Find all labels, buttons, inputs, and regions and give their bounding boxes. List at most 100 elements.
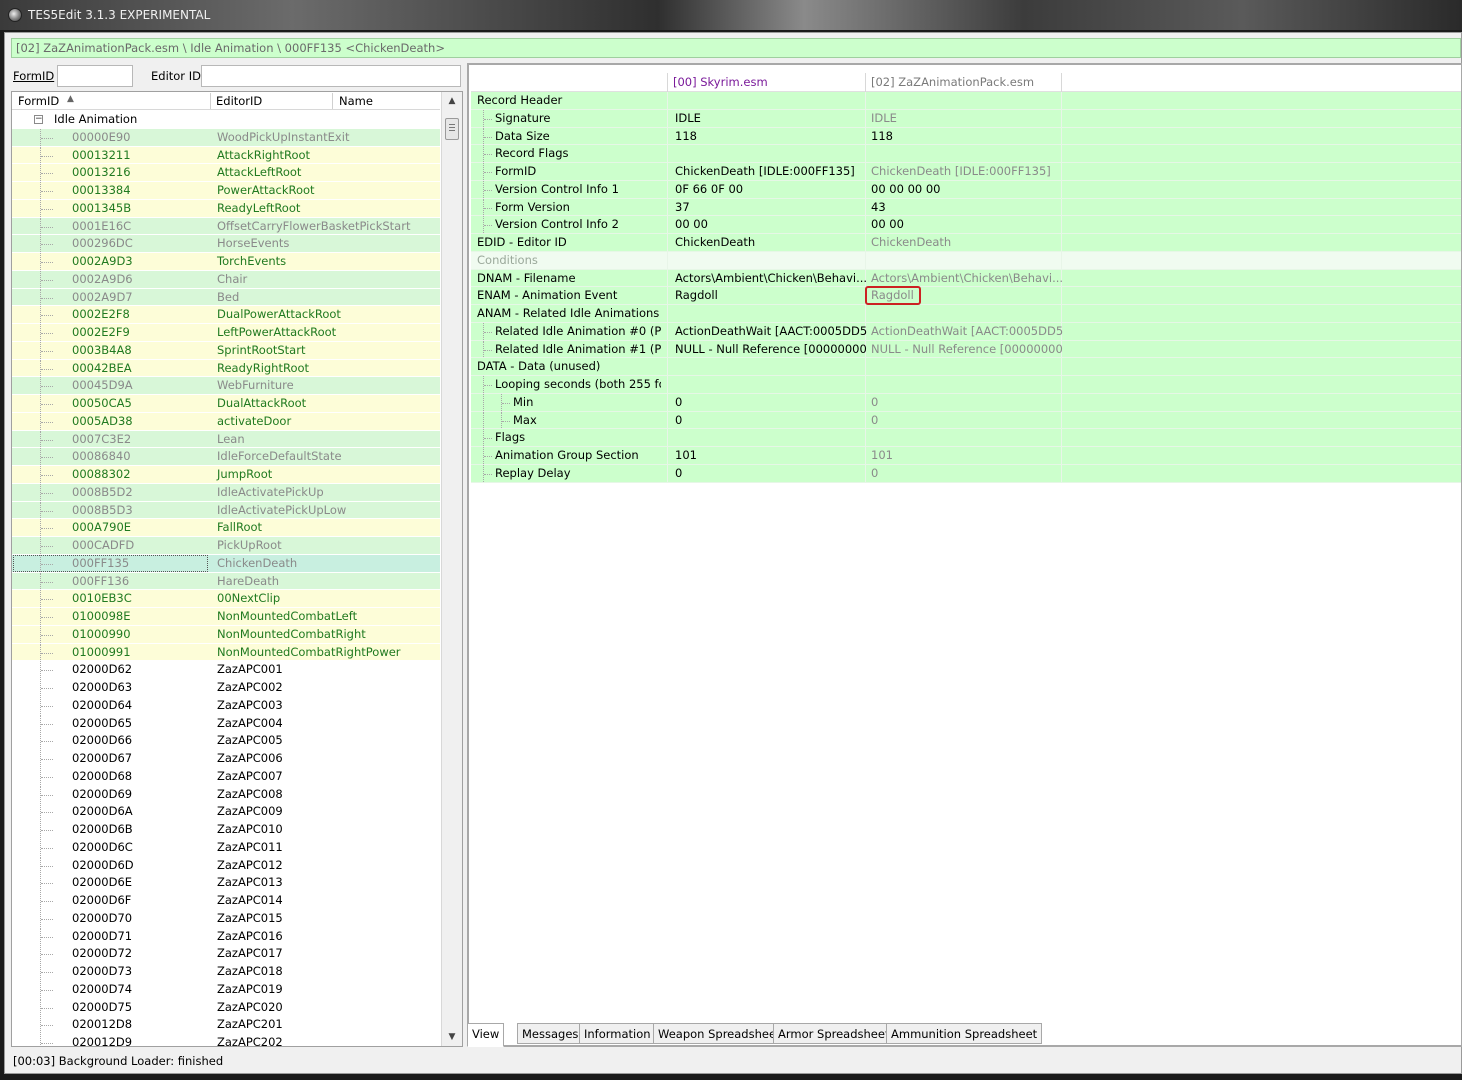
tree-row[interactable]: 0001345B ReadyLeftRoot [12, 199, 440, 218]
record-field-row[interactable]: Related Idle Animation #1 (Pre... NULL - … [471, 340, 1461, 359]
tree-row[interactable]: 0005AD38 activateDoor [12, 412, 440, 431]
record-field-row[interactable]: Max 0 0 [471, 411, 1461, 430]
tree-scrollbar[interactable]: ▲ ▼ [441, 92, 462, 1046]
tree-row[interactable]: 01000990 NonMountedCombatRight [12, 625, 440, 644]
tab-armor-spreadsheet[interactable]: Armor Spreadsheet [773, 1023, 895, 1044]
scrollbar-thumb[interactable] [445, 118, 459, 140]
row-editorid: NonMountedCombatRightPower [217, 644, 401, 659]
tree-row[interactable]: 02000D70 ZazAPC015 [12, 909, 440, 928]
tree-row[interactable]: 00000E90 WoodPickUpInstantExit [12, 128, 440, 147]
tree-row[interactable]: 02000D67 ZazAPC006 [12, 750, 440, 768]
record-field-row[interactable]: FormID ChickenDeath [IDLE:000FF135] Chicke… [471, 163, 1461, 181]
tree-row[interactable]: 02000D6C ZazAPC011 [12, 838, 440, 857]
record-field-row[interactable]: EDID - Editor ID ChickenDeath ChickenDeath [471, 234, 1461, 252]
field-value-zaz: ChickenDeath [IDLE:000FF135] [871, 164, 1051, 178]
record-field-row[interactable]: Record Header [471, 92, 1461, 110]
tree-row[interactable]: 0001E16C OffsetCarryFlowerBasketPickStart [12, 217, 440, 236]
tree-row[interactable]: 00086840 IdleForceDefaultState [12, 448, 440, 466]
tree-row[interactable]: 0002A9D6 Chair [12, 270, 440, 289]
tree-row[interactable]: 000CADFD PickUpRoot [12, 537, 440, 555]
tree-row[interactable]: 02000D75 ZazAPC020 [12, 998, 440, 1017]
tree-row[interactable]: 02000D74 ZazAPC019 [12, 980, 440, 999]
plugin-header-skyrim[interactable]: [00] Skyrim.esm [673, 73, 768, 92]
editorid-filter-input[interactable] [201, 65, 461, 87]
tree-row[interactable]: 000FF136 HareDeath [12, 572, 440, 591]
column-header-formid[interactable]: FormID [18, 94, 59, 108]
scroll-up-icon[interactable]: ▲ [442, 92, 462, 110]
tree-row[interactable]: 00050CA5 DualAttackRoot [12, 395, 440, 413]
tab-information[interactable]: Information [579, 1023, 656, 1044]
record-field-row[interactable]: DATA - Data (unused) [471, 358, 1461, 376]
tree-row[interactable]: 0010EB3C 00NextClip [12, 590, 440, 608]
tree-row[interactable]: 02000D64 ZazAPC003 [12, 696, 440, 715]
tree-row[interactable]: 02000D68 ZazAPC007 [12, 767, 440, 786]
tree-row[interactable]: 0003B4A8 SprintRootStart [12, 341, 440, 360]
tree-row[interactable]: 0100098E NonMountedCombatLeft [12, 608, 440, 626]
tree-row[interactable]: 00013384 PowerAttackRoot [12, 182, 440, 200]
tab-view[interactable]: View [467, 1023, 505, 1047]
record-field-row[interactable]: Flags [471, 429, 1461, 447]
column-separator [865, 251, 866, 269]
record-field-row[interactable]: Conditions [471, 251, 1461, 270]
tree-row[interactable]: 00013216 AttackLeftRoot [12, 164, 440, 182]
record-field-row[interactable]: Looping seconds (both 255 fo... [471, 376, 1461, 394]
tree-row[interactable]: 02000D6D ZazAPC012 [12, 856, 440, 875]
tree-row[interactable]: 0008B5D3 IdleActivatePickUpLow [12, 501, 440, 520]
row-editorid: SprintRootStart [217, 342, 306, 357]
tab-ammunition-spreadsheet[interactable]: Ammunition Spreadsheet [886, 1023, 1043, 1044]
tree-row[interactable]: 00045D9A WebFurniture [12, 377, 440, 395]
tree-row[interactable]: 02000D71 ZazAPC016 [12, 927, 440, 946]
row-formid: 0001345B [72, 200, 132, 215]
record-field-row[interactable]: Record Flags [471, 145, 1461, 163]
tree-row[interactable]: 0008B5D2 IdleActivatePickUp [12, 483, 440, 502]
tree-row[interactable]: 0002A9D3 TorchEvents [12, 253, 440, 271]
tab-weapon-spreadsheet[interactable]: Weapon Spreadsheet [653, 1023, 786, 1044]
tree-row[interactable]: 02000D6E ZazAPC013 [12, 874, 440, 892]
tree-row[interactable]: 00042BEA ReadyRightRoot [12, 359, 440, 378]
tree-row[interactable]: 020012D8 ZazAPC201 [12, 1016, 440, 1034]
collapse-icon[interactable]: − [34, 115, 43, 124]
record-field-row[interactable]: Min 0 0 [471, 393, 1461, 412]
tree-row[interactable]: 02000D65 ZazAPC004 [12, 714, 440, 733]
tree-row[interactable]: 000A790E FallRoot [12, 519, 440, 537]
tree-row[interactable]: 0007C3E2 Lean [12, 430, 440, 449]
column-header-name[interactable]: Name [339, 94, 373, 108]
plugin-header-zaz[interactable]: [02] ZaZAnimationPack.esm [871, 73, 1034, 92]
record-tree[interactable]: FormID ▲ EditorID Name − Idle Animation … [11, 91, 463, 1047]
record-field-row[interactable]: ANAM - Related Idle Animations [471, 305, 1461, 323]
record-field-row[interactable]: Form Version 37 43 [471, 198, 1461, 217]
column-header-editorid[interactable]: EditorID [216, 94, 262, 108]
record-field-row[interactable]: Related Idle Animation #0 (Par... ActionD… [471, 322, 1461, 341]
tree-group-idle-animation[interactable]: − Idle Animation [12, 111, 440, 129]
record-field-row[interactable]: Version Control Info 2 00 00 00 00 [471, 216, 1461, 234]
tree-row[interactable]: 02000D69 ZazAPC008 [12, 785, 440, 804]
record-field-row[interactable]: DNAM - Filename Actors\Ambient\Chicken\Be… [471, 269, 1461, 288]
tree-row[interactable]: 01000991 NonMountedCombatRightPower [12, 643, 440, 662]
tree-row[interactable]: 02000D62 ZazAPC001 [12, 661, 440, 679]
tree-row[interactable]: 000FF135 ChickenDeath [12, 554, 440, 573]
tree-row[interactable]: 020012D9 ZazAPC202 [12, 1034, 440, 1046]
column-separator [667, 358, 668, 375]
tab-messages[interactable]: Messages [517, 1023, 584, 1044]
record-field-row[interactable]: Signature IDLE IDLE [471, 109, 1461, 128]
tree-row[interactable]: 0002E2F9 LeftPowerAttackRoot [12, 324, 440, 342]
tree-row[interactable]: 02000D6B ZazAPC010 [12, 821, 440, 839]
record-field-row[interactable]: Replay Delay 0 0 [471, 464, 1461, 483]
record-field-row[interactable]: Animation Group Section 101 101 [471, 447, 1461, 465]
tree-row[interactable]: 02000D6F ZazAPC014 [12, 892, 440, 910]
tree-row[interactable]: 02000D63 ZazAPC002 [12, 679, 440, 697]
record-field-row[interactable]: Data Size 118 118 [471, 127, 1461, 146]
tree-row[interactable]: 02000D66 ZazAPC005 [12, 732, 440, 750]
scroll-down-icon[interactable]: ▼ [442, 1028, 462, 1046]
tree-row[interactable]: 00088302 JumpRoot [12, 466, 440, 484]
tree-row[interactable]: 000296DC HorseEvents [12, 235, 440, 253]
tree-row[interactable]: 02000D6A ZazAPC009 [12, 803, 440, 821]
record-field-row[interactable]: ENAM - Animation Event Ragdoll Ragdoll [471, 286, 1461, 306]
tree-row[interactable]: 0002A9D7 Bed [12, 288, 440, 307]
tree-row[interactable]: 0002E2F8 DualPowerAttackRoot [12, 306, 440, 324]
record-field-row[interactable]: Version Control Info 1 0F 66 0F 00 00 00 0… [471, 180, 1461, 199]
tree-row[interactable]: 02000D72 ZazAPC017 [12, 945, 440, 963]
tree-row[interactable]: 02000D73 ZazAPC018 [12, 963, 440, 981]
tree-row[interactable]: 00013211 AttackRightRoot [12, 146, 440, 165]
formid-filter-input[interactable] [57, 65, 133, 87]
